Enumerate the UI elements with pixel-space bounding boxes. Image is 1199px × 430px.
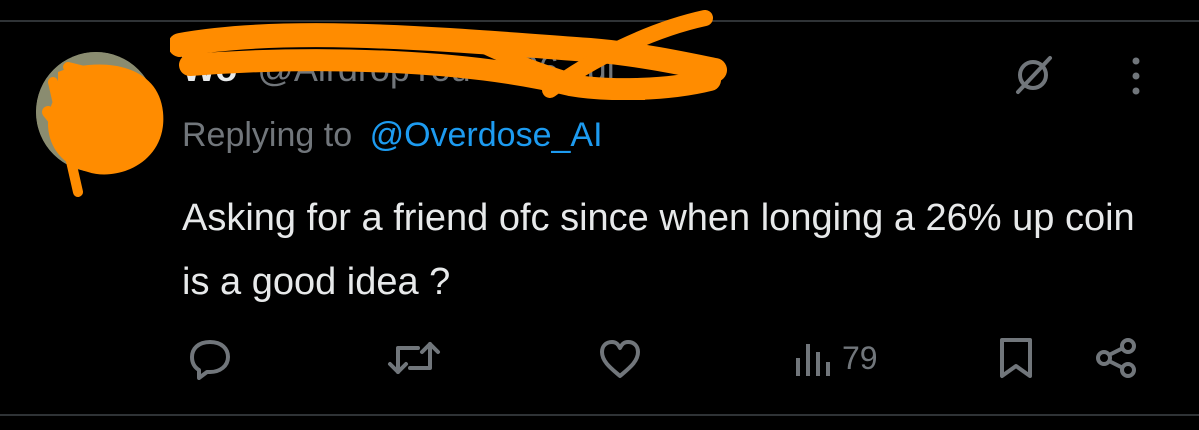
bottom-divider — [0, 414, 1199, 416]
views-button[interactable]: 79 — [790, 336, 878, 380]
more-dots-icon[interactable] — [1124, 54, 1148, 98]
reply-button[interactable] — [186, 336, 234, 380]
retweet-icon — [388, 342, 440, 374]
grok-icon[interactable] — [1012, 52, 1056, 96]
retweet-button[interactable] — [386, 336, 442, 380]
heart-icon — [600, 340, 640, 378]
share-icon — [1096, 338, 1136, 378]
replying-to: Replying to @Overdose_AI — [182, 116, 603, 155]
bookmark-button[interactable] — [996, 336, 1036, 380]
mention-link[interactable]: @Overdose_AI — [370, 116, 603, 154]
name-redaction-scribble — [170, 10, 727, 100]
views-count: 79 — [842, 339, 878, 376]
bookmark-icon — [1000, 338, 1032, 378]
reply-icon — [190, 340, 230, 380]
tweet-text: Asking for a friend ofc since when longi… — [182, 197, 1135, 303]
avatar-redaction-scribble — [42, 62, 164, 197]
replying-prefix: Replying to — [182, 116, 353, 154]
share-button[interactable] — [1092, 336, 1140, 380]
bar-chart-icon — [796, 344, 830, 376]
like-button[interactable] — [596, 336, 644, 380]
